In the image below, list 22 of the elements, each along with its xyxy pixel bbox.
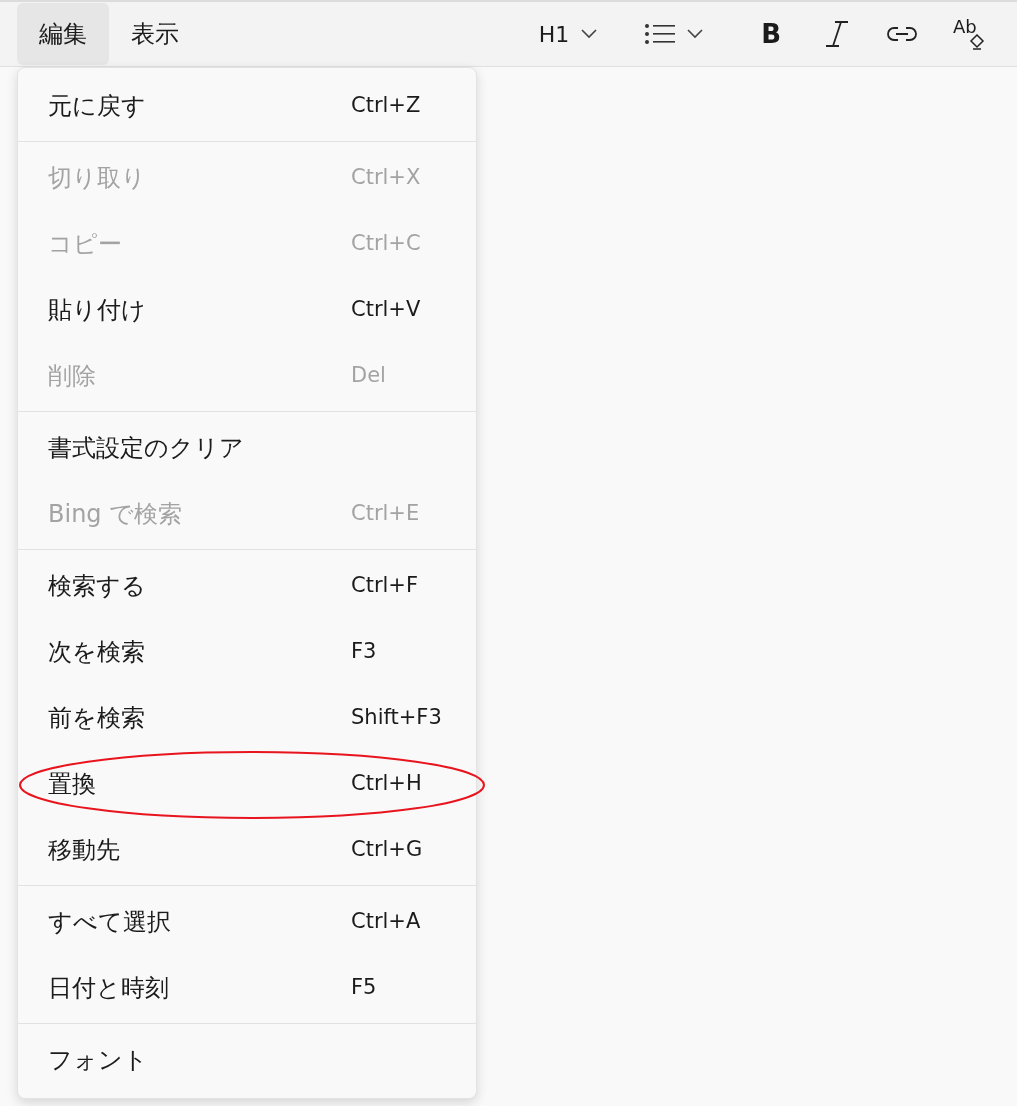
chevron-down-icon [687, 29, 704, 39]
italic-icon [825, 20, 849, 48]
link-icon [887, 26, 917, 42]
menu-item[interactable]: 元に戻す Ctrl+Z [18, 73, 476, 139]
menu-item[interactable]: 移動先 Ctrl+G [18, 817, 476, 883]
menu-item[interactable]: 貼り付け Ctrl+V [18, 277, 476, 343]
menu-item[interactable]: フォント [18, 1027, 476, 1093]
menu-item[interactable]: 置換 Ctrl+H [18, 751, 476, 817]
menu-item[interactable]: 検索する Ctrl+F [18, 553, 476, 619]
chevron-down-icon [581, 29, 598, 39]
menu-tab[interactable]: 編集 [17, 3, 109, 65]
menu-item[interactable]: 次を検索 F3 [18, 619, 476, 685]
menu-item[interactable]: 日付と時刻 F5 [18, 955, 476, 1021]
clear-formatting-button[interactable]: Ab [941, 9, 997, 59]
menu-item[interactable]: 前を検索 Shift+F3 [18, 685, 476, 751]
eraser-icon [969, 34, 985, 50]
menu-item[interactable]: 書式設定のクリア [18, 415, 476, 481]
list-icon [645, 24, 676, 44]
bold-button[interactable]: B [749, 9, 793, 59]
menu-tab[interactable]: 表示 [109, 3, 201, 65]
heading-dropdown[interactable]: H1 [526, 9, 610, 59]
menu-item[interactable]: すべて選択 Ctrl+A [18, 889, 476, 955]
